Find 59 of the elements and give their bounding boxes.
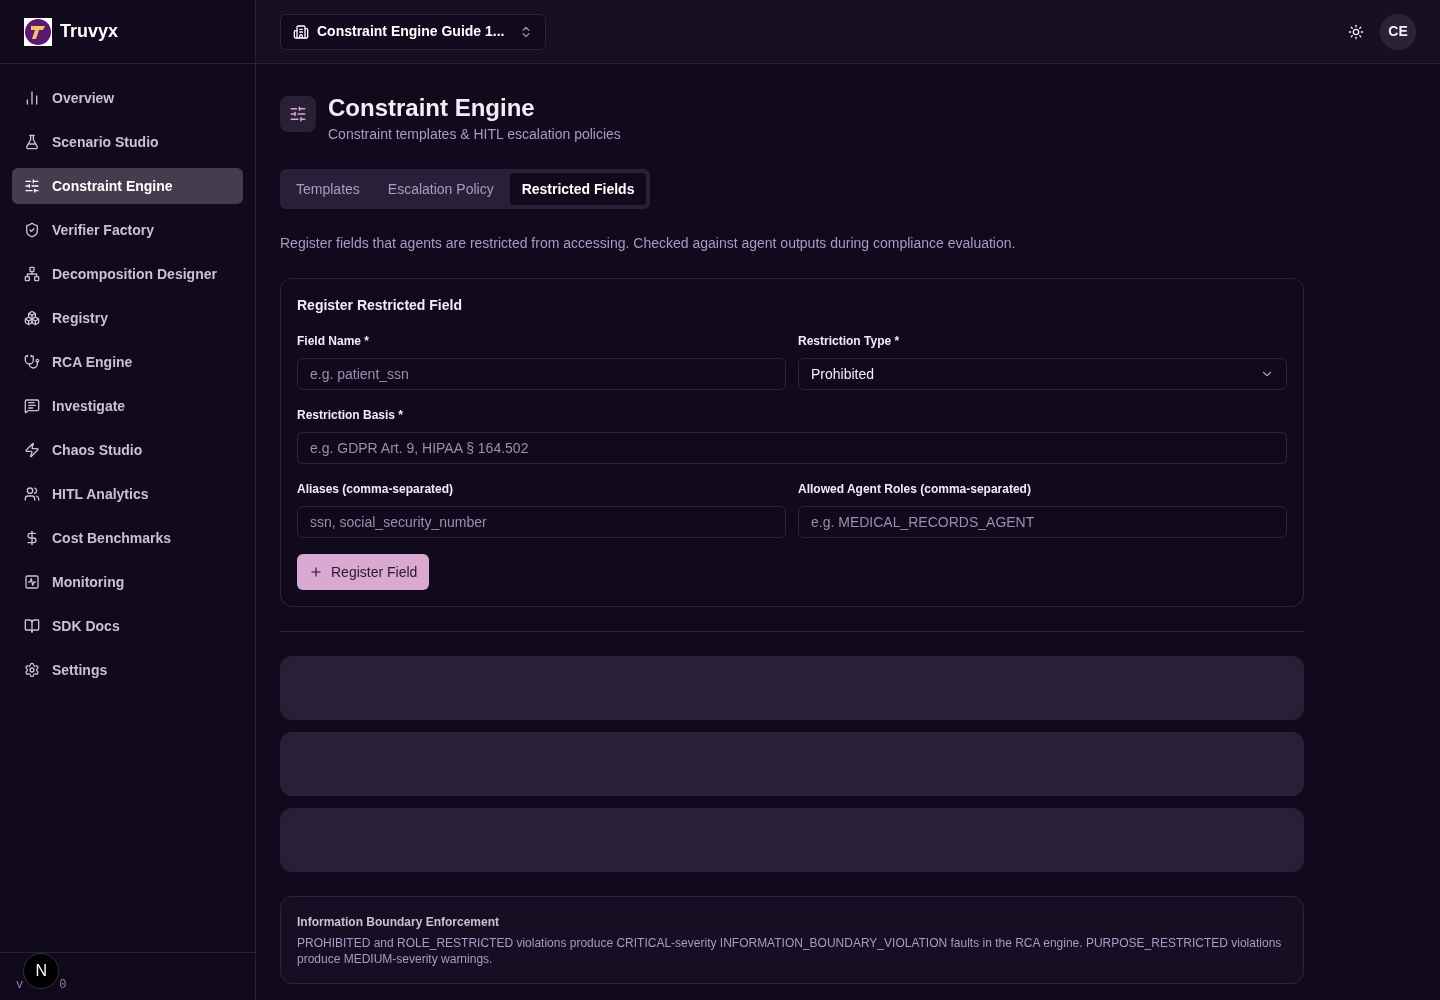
tab[interactable]: Templates xyxy=(284,173,372,205)
settings-icon xyxy=(24,662,40,678)
sidebar-item[interactable]: SDK Docs xyxy=(12,608,243,644)
description-text: Register fields that agents are restricted from accessing. Checked against agent outputs during compliance evaluation. xyxy=(280,234,1017,253)
tab[interactable]: Restricted Fields xyxy=(509,173,647,205)
restriction-type-select[interactable]: Prohibited xyxy=(798,358,1287,390)
info-text: PROHIBITED and ROLE_RESTRICTED violations produce CRITICAL-severity INFORMATION_BOUNDARY_VIOLATION faults in the RCA engine. PURPOSE_RESTRICTED violations produce MEDIUM-severity warnings. xyxy=(297,935,1283,967)
logo-icon xyxy=(24,17,52,46)
version-text: v xyxy=(16,976,24,994)
sidebar-item[interactable]: Scenario Studio xyxy=(12,124,243,160)
dev-badge[interactable]: N xyxy=(23,952,60,989)
page-title: Constraint Engine xyxy=(328,93,536,123)
sidebar-item[interactable]: Investigate xyxy=(12,388,243,424)
sliders-icon xyxy=(24,178,40,194)
brand-name: Truvyx xyxy=(60,20,119,43)
dollar-icon xyxy=(24,530,40,546)
sidebar-item[interactable]: Monitoring xyxy=(12,564,243,600)
bar-chart-icon xyxy=(24,90,40,106)
sidebar-item[interactable]: Overview xyxy=(12,80,243,116)
page-subtitle: Constraint templates & HITL escalation policies xyxy=(328,125,621,144)
shield-icon xyxy=(24,222,40,238)
input-field[interactable]: e.g. GDPR Art. 9, HIPAA § 164.502 xyxy=(297,432,1287,464)
message-icon xyxy=(24,398,40,414)
form-title: Register Restricted Field xyxy=(297,296,463,315)
field-label: Allowed Agent Roles (comma-separated) xyxy=(798,481,1032,498)
sidebar-item[interactable]: Registry xyxy=(12,300,243,336)
sidebar-item[interactable]: Chaos Studio xyxy=(12,432,243,468)
version-text: 0 xyxy=(59,976,67,994)
lightning-icon xyxy=(24,442,40,458)
field-label: Aliases (comma-separated) xyxy=(297,481,455,498)
flask-icon xyxy=(24,134,40,150)
building-icon xyxy=(293,23,309,40)
plus-icon xyxy=(309,565,323,579)
input-field[interactable]: e.g. MEDICAL_RECORDS_AGENT xyxy=(798,506,1287,538)
sidebar-item[interactable]: Cost Benchmarks xyxy=(12,520,243,556)
tab[interactable]: Escalation Policy xyxy=(375,173,506,205)
field-label: Restriction Basis * xyxy=(297,407,405,424)
field-label: Restriction Type * xyxy=(798,333,901,350)
sidebar-item[interactable]: Settings xyxy=(12,652,243,688)
field-label: Field Name * xyxy=(297,333,371,350)
info-title: Information Boundary Enforcement xyxy=(297,914,500,931)
input-field[interactable]: ssn, social_security_number xyxy=(297,506,786,538)
input-field[interactable]: e.g. patient_ssn xyxy=(297,358,786,390)
users-icon xyxy=(24,486,40,502)
boxes-icon xyxy=(24,310,40,326)
register-field-button[interactable]: Register Field xyxy=(297,554,430,590)
workspace-selector[interactable]: Constraint Engine Guide 1... xyxy=(280,13,546,50)
hierarchy-icon xyxy=(24,266,40,282)
sidebar-item[interactable]: Decomposition Designer xyxy=(12,256,243,292)
stethoscope-icon xyxy=(24,354,40,370)
sidebar-item[interactable]: Verifier Factory xyxy=(12,212,243,248)
sidebar-item[interactable]: RCA Engine xyxy=(12,344,243,380)
sidebar-item[interactable]: Constraint Engine xyxy=(12,168,243,204)
sliders-icon xyxy=(289,105,307,123)
theme-toggle-icon[interactable] xyxy=(1348,23,1364,40)
user-avatar[interactable]: CE xyxy=(1380,13,1416,50)
activity-icon xyxy=(24,574,40,590)
book-icon xyxy=(24,618,40,634)
sidebar-item[interactable]: HITL Analytics xyxy=(12,476,243,512)
